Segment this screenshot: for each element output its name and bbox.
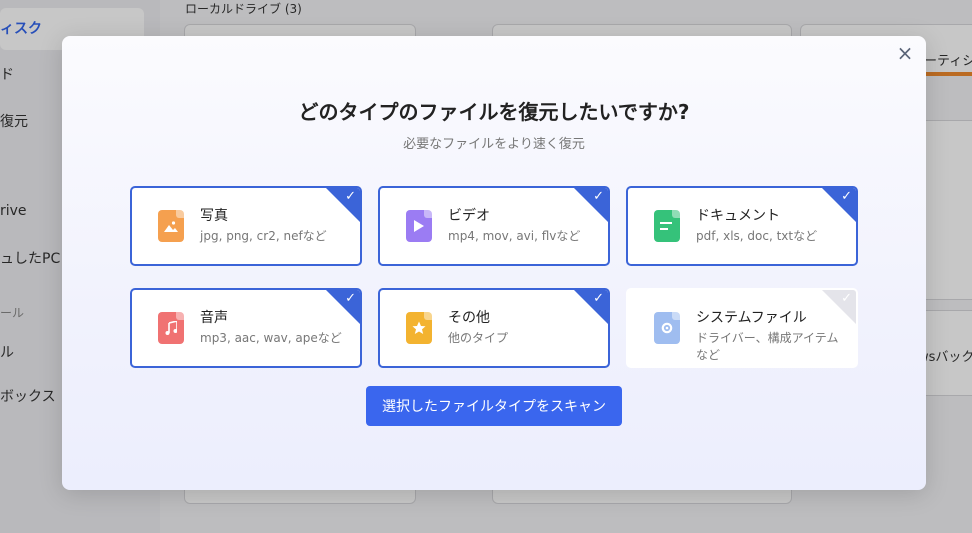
check-icon: ✓ xyxy=(345,189,356,204)
file-type-card-video[interactable]: ✓ ビデオ mp4, mov, avi, flvなど xyxy=(378,186,610,266)
audio-file-icon xyxy=(158,312,184,344)
file-type-card-photo[interactable]: ✓ 写真 jpg, png, cr2, nefなど xyxy=(130,186,362,266)
file-type-extensions: pdf, xls, doc, txtなど xyxy=(696,229,818,243)
file-type-extensions: 他のタイプ xyxy=(448,331,509,345)
file-type-card-audio[interactable]: ✓ 音声 mp3, aac, wav, apeなど xyxy=(130,288,362,368)
scan-selected-types-button[interactable]: 選択したファイルタイプをスキャン xyxy=(366,386,622,426)
file-type-extensions: mp4, mov, avi, flvなど xyxy=(448,229,581,243)
file-type-card-system[interactable]: ✓ システムファイル ドライバー、構成アイテムなど xyxy=(626,288,858,368)
file-type-name: その他 xyxy=(448,310,490,326)
image-file-icon xyxy=(158,210,184,242)
file-type-name: 写真 xyxy=(200,208,228,224)
system-file-icon xyxy=(654,312,680,344)
file-type-card-document[interactable]: ✓ ドキュメント pdf, xls, doc, txtなど xyxy=(626,186,858,266)
file-type-extensions: mp3, aac, wav, apeなど xyxy=(200,331,342,345)
file-type-card-other[interactable]: ✓ その他 他のタイプ xyxy=(378,288,610,368)
file-type-name: ドキュメント xyxy=(696,208,780,224)
other-file-icon xyxy=(406,312,432,344)
document-file-icon xyxy=(654,210,680,242)
file-type-name: システムファイル xyxy=(696,310,807,326)
check-icon: ✓ xyxy=(593,291,604,306)
file-type-name: 音声 xyxy=(200,310,228,326)
video-file-icon xyxy=(406,210,432,242)
dialog-subtitle: 必要なファイルをより速く復元 xyxy=(403,137,585,152)
check-icon: ✓ xyxy=(841,291,852,306)
check-icon: ✓ xyxy=(841,189,852,204)
check-icon: ✓ xyxy=(593,189,604,204)
close-icon[interactable]: × xyxy=(894,41,916,65)
file-type-extensions: ドライバー、構成アイテムなど xyxy=(696,331,839,362)
dialog-title: どのタイプのファイルを復元したいですか? xyxy=(298,100,690,124)
file-type-dialog: × どのタイプのファイルを復元したいですか? 必要なファイルをより速く復元 ✓ … xyxy=(62,36,926,490)
file-type-extensions: jpg, png, cr2, nefなど xyxy=(200,229,327,243)
file-type-name: ビデオ xyxy=(448,208,490,224)
check-icon: ✓ xyxy=(345,291,356,306)
